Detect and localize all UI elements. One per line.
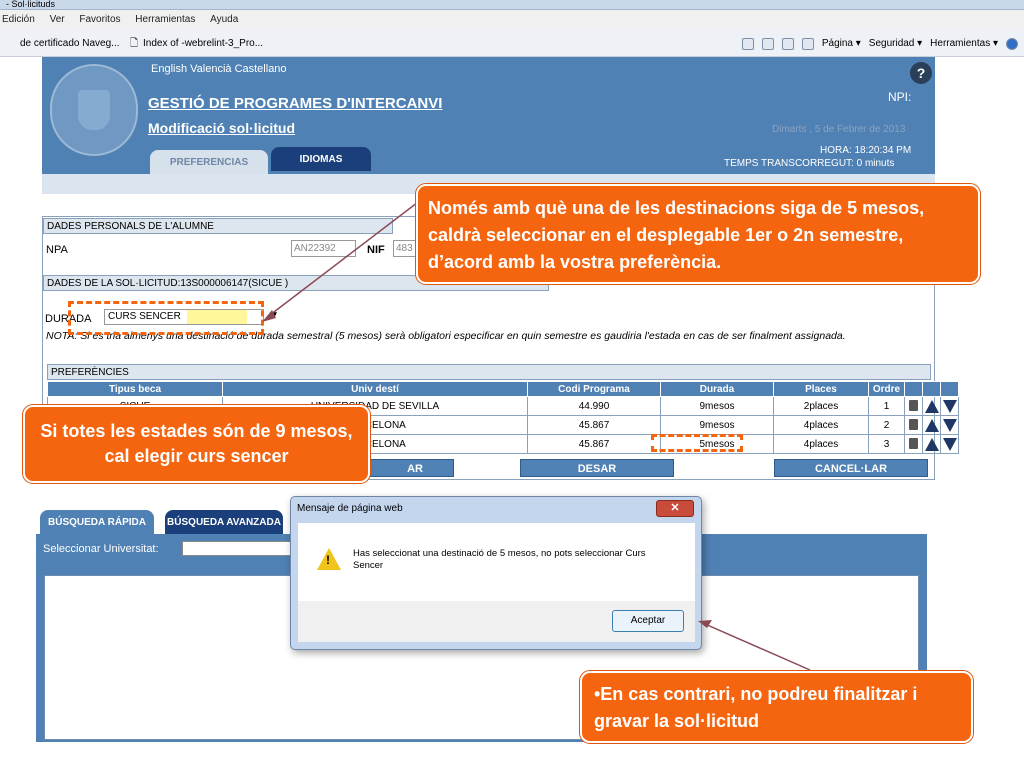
column-header-univ-desti: Univ destí xyxy=(222,381,528,397)
tab-busqueda-rapida[interactable]: BÚSQUEDA RÁPIDA xyxy=(40,510,154,534)
mail-icon[interactable] xyxy=(781,37,794,50)
nif-label: NIF xyxy=(367,244,385,256)
cell-places: 4places xyxy=(773,415,869,435)
cell-places: 2places xyxy=(773,396,869,416)
move-down-cell xyxy=(940,415,959,435)
column-header-places: Places xyxy=(773,381,869,397)
home-icon[interactable] xyxy=(741,37,754,50)
cell-places: 4places xyxy=(773,434,869,454)
callout-semester: Només amb què una de les destinacions si… xyxy=(416,184,980,284)
column-header-down xyxy=(940,381,959,397)
trash-icon[interactable] xyxy=(909,400,918,412)
menu-herramientas[interactable]: Herramientas xyxy=(135,14,195,25)
close-icon[interactable]: ✕ xyxy=(656,500,694,517)
print-icon[interactable] xyxy=(801,37,814,50)
tab-busqueda-avanzada[interactable]: BÚSQUEDA AVANZADA xyxy=(165,510,283,534)
move-down-icon[interactable] xyxy=(942,418,957,432)
move-up-cell xyxy=(922,396,941,416)
command-pagina[interactable]: Página ▾ xyxy=(822,30,861,57)
warning-exclamation-icon: ! xyxy=(326,553,330,567)
cell-ordre: 2 xyxy=(868,415,905,435)
nif-field[interactable]: 483 xyxy=(393,240,418,257)
select-university-label: Seleccionar Universitat: xyxy=(43,543,159,555)
command-herramientas[interactable]: Herramientas ▾ xyxy=(930,30,998,57)
cell-codi: 45.867 xyxy=(527,415,661,435)
cell-codi: 45.867 xyxy=(527,434,661,454)
menu-ayuda[interactable]: Ayuda xyxy=(210,14,238,25)
language-links[interactable]: English Valencià Castellano xyxy=(151,63,287,75)
browser-menu-bar: Edición Ver Favoritos Herramientas Ayuda xyxy=(0,10,1024,30)
browser-tab-title[interactable]: - Sol·licituds xyxy=(6,0,55,9)
cell-ordre: 1 xyxy=(868,396,905,416)
help-button[interactable]: ? xyxy=(910,62,932,84)
delete-cell xyxy=(904,415,923,435)
delete-cell xyxy=(904,396,923,416)
command-seguridad[interactable]: Seguridad ▾ xyxy=(869,30,922,57)
feeds-icon[interactable] xyxy=(761,37,774,50)
dialog-title: Mensaje de página web xyxy=(297,503,403,514)
column-header-tipus-beca: Tipus beca xyxy=(47,381,223,397)
move-up-icon[interactable] xyxy=(924,418,939,432)
cancel-button[interactable]: CANCEL·LAR xyxy=(774,459,928,477)
current-date: Dimarts , 5 de Febrer de 2013 xyxy=(772,124,906,135)
column-header-durada: Durada xyxy=(660,381,774,397)
npa-field[interactable]: AN22392 xyxy=(291,240,356,257)
dialog-message: Has seleccionat una destinació de 5 meso… xyxy=(353,548,646,571)
page-subtitle: Modificació sol·licitud xyxy=(148,120,296,136)
move-down-icon[interactable] xyxy=(942,437,957,451)
durada-highlight xyxy=(651,434,743,452)
chevron-down-icon[interactable]: ▼ xyxy=(269,309,279,323)
callout-curs-sencer: Si totes les estades són de 9 mesos, cal… xyxy=(23,405,370,483)
favorite-index-icon: 🗋 xyxy=(130,38,139,49)
delete-cell xyxy=(904,434,923,454)
cell-codi: 44.990 xyxy=(527,396,661,416)
move-up-icon[interactable] xyxy=(924,399,939,413)
menu-edicion[interactable]: Edición xyxy=(2,14,35,25)
command-bar: Página ▾ Seguridad ▾ Herramientas ▾ xyxy=(741,30,1018,57)
menu-favoritos[interactable]: Favoritos xyxy=(79,14,120,25)
elapsed-time: TEMPS TRANSCORREGUT: 0 minuts xyxy=(724,158,895,169)
page-title: GESTIÓ DE PROGRAMES D'INTERCANVI xyxy=(148,95,443,112)
tab-idiomas[interactable]: IDIOMAS xyxy=(271,147,371,171)
move-down-cell xyxy=(940,434,959,454)
trash-icon[interactable] xyxy=(909,419,918,431)
callout-warning: •En cas contrari, no podreu finalitzar i… xyxy=(580,671,973,743)
help-icon[interactable] xyxy=(1006,37,1018,50)
move-up-cell xyxy=(922,415,941,435)
favorites-bar: de certificado Naveg... 🗋 Index of -webr… xyxy=(0,30,1024,57)
current-time: HORA: 18:20:34 PM xyxy=(820,145,912,156)
move-up-icon[interactable] xyxy=(924,437,939,451)
desar-button[interactable]: DESAR xyxy=(520,459,674,477)
column-header-delete xyxy=(904,381,923,397)
personal-section-header: DADES PERSONALS DE L'ALUMNE xyxy=(43,218,393,234)
cell-durada: 9mesos xyxy=(660,415,774,435)
tab-preferencias[interactable]: PREFERENCIAS xyxy=(150,150,268,174)
favorite-certificado[interactable]: de certificado Naveg... xyxy=(20,30,120,57)
ok-button[interactable]: Aceptar xyxy=(612,610,684,632)
trash-icon[interactable] xyxy=(909,438,918,450)
favorite-index[interactable]: Index of -webrelint-3_Pro... xyxy=(143,30,263,57)
browser-title-bar: - Sol·licituds xyxy=(0,0,1024,10)
preferences-section-header: PREFERÈNCIES xyxy=(47,364,931,380)
column-header-codi-programa: Codi Programa xyxy=(527,381,661,397)
cell-ordre: 3 xyxy=(868,434,905,454)
move-down-cell xyxy=(940,396,959,416)
select-university-input[interactable] xyxy=(182,541,292,556)
cell-durada: 9mesos xyxy=(660,396,774,416)
column-header-ordre: Ordre xyxy=(868,381,905,397)
npi-label: NPI: xyxy=(888,90,912,104)
university-seal-icon xyxy=(50,64,138,156)
move-down-icon[interactable] xyxy=(942,399,957,413)
npa-label: NPA xyxy=(46,244,68,256)
column-header-up xyxy=(922,381,941,397)
move-up-cell xyxy=(922,434,941,454)
menu-ver[interactable]: Ver xyxy=(50,14,65,25)
duration-highlight xyxy=(68,301,264,335)
